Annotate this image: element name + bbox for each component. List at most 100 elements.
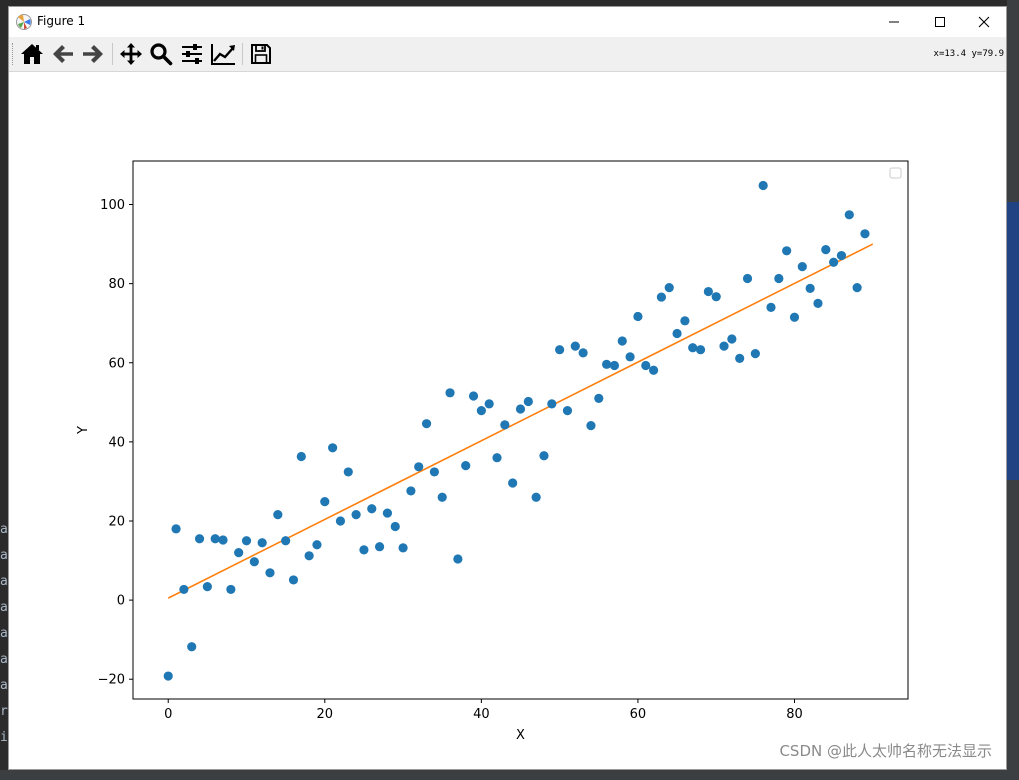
scatter-point	[398, 543, 408, 553]
scatter-point	[390, 521, 400, 532]
scatter-point	[437, 492, 447, 502]
y-tick-label: 80	[108, 277, 125, 292]
scatter-point	[210, 534, 220, 544]
scatter-point	[179, 584, 189, 595]
y-tick-label: 20	[108, 514, 125, 529]
x-tick-label: 40	[473, 707, 490, 722]
scatter-point	[320, 497, 330, 507]
sliders-icon	[182, 44, 202, 64]
minimize-button[interactable]	[871, 7, 917, 37]
scatter-point	[860, 229, 870, 239]
close-icon	[978, 16, 990, 28]
scatter-point	[594, 393, 604, 403]
scatter-point	[281, 536, 291, 546]
scatter-point	[562, 406, 573, 416]
scatter-point	[766, 302, 776, 312]
x-tick-label: 80	[786, 707, 803, 722]
maximize-icon	[935, 17, 945, 27]
scatter-point	[774, 273, 784, 284]
legend-box	[889, 167, 902, 179]
magnifier-icon	[150, 43, 173, 66]
y-tick-label: 100	[100, 198, 125, 213]
scatter-point	[617, 336, 627, 346]
scatter-point	[711, 292, 721, 302]
back-button[interactable]	[49, 40, 77, 68]
title-bar[interactable]: Figure 1	[9, 7, 1006, 37]
scatter-point	[367, 504, 377, 514]
scatter-point	[359, 545, 369, 555]
home-button[interactable]	[18, 40, 46, 68]
y-tick-label: 40	[108, 435, 125, 450]
toolbar-separator	[112, 43, 113, 65]
scatter-point	[351, 510, 361, 520]
scatter-point	[531, 492, 541, 502]
scatter-point	[445, 388, 455, 398]
scatter-plot[interactable]: 0 20 40 60 80 −20 0 20 40 60 80 100 X Y	[9, 72, 1006, 769]
scatter-point	[335, 516, 346, 526]
csdn-watermark: CSDN @此人太帅名称无法显示	[779, 742, 992, 760]
console-line-fragment: a	[0, 678, 8, 693]
toolbar-grip[interactable]	[12, 43, 15, 65]
scatter-point	[500, 420, 510, 430]
scatter-point	[273, 510, 283, 520]
scatter-point	[750, 349, 760, 359]
figure-canvas[interactable]: 0 20 40 60 80 −20 0 20 40 60 80 100 X Y CSDN @此人太帅名…	[9, 72, 1006, 769]
scatter-point	[421, 419, 432, 429]
minimize-icon	[889, 21, 899, 23]
save-button[interactable]	[247, 40, 275, 68]
scatter-point	[296, 451, 306, 462]
figure-window: Figure 1 x=13.4 y=79.9 0 20 40 60 80 −20…	[8, 6, 1007, 770]
pan-button[interactable]	[117, 40, 145, 68]
maximize-button[interactable]	[917, 7, 963, 37]
scatter-point	[453, 554, 463, 564]
cursor-coordinates: x=13.4 y=79.9	[933, 49, 1004, 59]
close-button[interactable]	[961, 7, 1007, 37]
ide-bottom-bar	[0, 770, 1019, 780]
x-tick-label: 0	[164, 707, 172, 722]
axes-frame	[132, 160, 909, 700]
console-line-fragment: a	[0, 548, 8, 563]
scatter-point	[672, 328, 682, 339]
y-tick-label: 60	[108, 356, 125, 371]
console-line-fragment: a	[0, 652, 8, 667]
ide-selection-accent	[1007, 202, 1019, 480]
zoom-button[interactable]	[147, 40, 175, 68]
scatter-point	[609, 360, 620, 371]
scatter-point	[805, 283, 815, 293]
scatter-point	[288, 575, 299, 585]
scatter-point	[406, 486, 416, 496]
forward-button[interactable]	[79, 40, 107, 68]
arrow-right-icon	[83, 45, 103, 63]
fit-line	[167, 243, 874, 599]
scatter-point	[648, 365, 659, 375]
scatter-point	[234, 548, 244, 558]
scatter-point	[656, 292, 667, 302]
scatter-point	[343, 467, 353, 477]
scatter-point	[633, 311, 643, 322]
scatter-point	[789, 312, 800, 322]
scatter-point	[226, 584, 236, 595]
scatter-point	[304, 551, 314, 561]
scatter-point	[508, 478, 518, 488]
scatter-point	[695, 345, 706, 355]
console-line-fragment: a	[0, 574, 8, 589]
console-line-fragment: a	[0, 600, 8, 615]
scatter-point	[241, 536, 252, 546]
console-line-fragment: a	[0, 522, 8, 537]
ide-console-strip: aaaaaaari	[0, 510, 8, 780]
scatter-point	[163, 671, 173, 681]
console-line-fragment: i	[0, 730, 8, 745]
toolbar-separator	[242, 43, 243, 65]
arrow-left-icon	[53, 45, 73, 63]
scatter-point	[468, 391, 479, 401]
scatter-point	[797, 262, 807, 272]
subplots-button[interactable]	[178, 40, 206, 68]
scatter-point	[265, 568, 275, 578]
scatter-point	[202, 582, 212, 592]
scatter-point	[171, 524, 181, 534]
y-axis-label: Y	[76, 426, 91, 435]
scatter-point	[664, 282, 674, 293]
scatter-point	[852, 282, 862, 293]
scatter-point	[813, 298, 823, 309]
edit-axes-button[interactable]	[209, 40, 237, 68]
